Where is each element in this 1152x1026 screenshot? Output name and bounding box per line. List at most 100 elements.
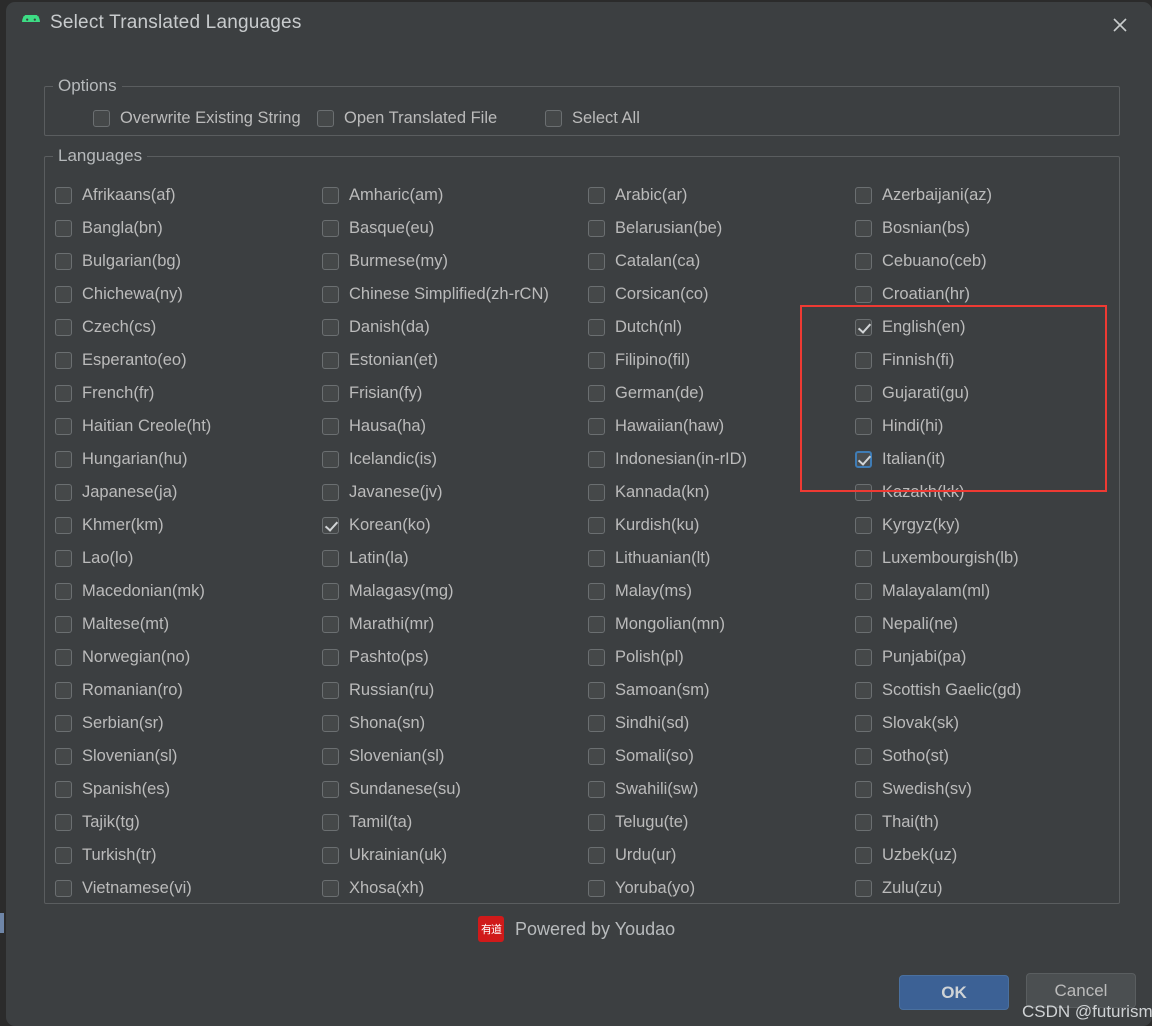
language-checkbox[interactable]: Kazakh(kk)	[855, 480, 965, 504]
language-checkbox[interactable]: Scottish Gaelic(gd)	[855, 678, 1021, 702]
checkbox-icon[interactable]	[55, 417, 72, 435]
checkbox-icon[interactable]	[322, 681, 339, 699]
checkbox-icon[interactable]	[855, 846, 872, 864]
checkbox-icon[interactable]	[855, 219, 872, 237]
checkbox-icon[interactable]	[855, 681, 872, 699]
checkbox-icon[interactable]	[55, 516, 72, 534]
checkbox-icon[interactable]	[55, 615, 72, 633]
checkbox-icon[interactable]	[855, 285, 872, 303]
language-checkbox[interactable]: Finnish(fi)	[855, 348, 954, 372]
language-checkbox[interactable]: Macedonian(mk)	[55, 579, 205, 603]
language-checkbox[interactable]: Italian(it)	[855, 447, 945, 471]
language-checkbox[interactable]: Bangla(bn)	[55, 216, 163, 240]
language-checkbox[interactable]: Swahili(sw)	[588, 777, 698, 801]
language-checkbox[interactable]: Chinese Simplified(zh-rCN)	[322, 282, 549, 306]
close-icon[interactable]	[1104, 10, 1136, 40]
language-checkbox[interactable]: Turkish(tr)	[55, 843, 157, 867]
checkbox-icon[interactable]	[855, 549, 872, 567]
checkbox-icon[interactable]	[855, 615, 872, 633]
checkbox-icon[interactable]	[588, 813, 605, 831]
checkbox-icon[interactable]	[322, 285, 339, 303]
option-checkbox-1[interactable]: Open Translated File	[317, 106, 497, 130]
checkbox-icon[interactable]	[55, 846, 72, 864]
language-checkbox[interactable]: Kyrgyz(ky)	[855, 513, 960, 537]
language-checkbox[interactable]: Marathi(mr)	[322, 612, 434, 636]
language-checkbox[interactable]: Bosnian(bs)	[855, 216, 970, 240]
checkbox-icon[interactable]	[855, 516, 872, 534]
checkbox-icon[interactable]	[55, 780, 72, 798]
language-checkbox[interactable]: Malayalam(ml)	[855, 579, 990, 603]
checkbox-icon[interactable]	[588, 648, 605, 666]
checkbox-icon[interactable]	[322, 318, 339, 336]
language-checkbox[interactable]: Hungarian(hu)	[55, 447, 187, 471]
option-checkbox-2[interactable]: Select All	[545, 106, 640, 130]
checkbox-icon[interactable]	[855, 648, 872, 666]
language-checkbox[interactable]: Arabic(ar)	[588, 183, 687, 207]
language-checkbox[interactable]: Yoruba(yo)	[588, 876, 695, 900]
checkbox-icon[interactable]	[588, 417, 605, 435]
language-checkbox[interactable]: Norwegian(no)	[55, 645, 190, 669]
checkbox-icon[interactable]	[588, 714, 605, 732]
language-checkbox[interactable]: Romanian(ro)	[55, 678, 183, 702]
language-checkbox[interactable]: Sundanese(su)	[322, 777, 461, 801]
language-checkbox[interactable]: Urdu(ur)	[588, 843, 676, 867]
checkbox-icon[interactable]	[322, 846, 339, 864]
language-checkbox[interactable]: Thai(th)	[855, 810, 939, 834]
checkbox-icon[interactable]	[322, 186, 339, 204]
checkbox-icon[interactable]	[855, 879, 872, 897]
checkbox-icon[interactable]	[588, 483, 605, 501]
language-checkbox[interactable]: Japanese(ja)	[55, 480, 177, 504]
checkbox-icon[interactable]	[855, 384, 872, 402]
checkbox-icon[interactable]	[322, 351, 339, 369]
language-checkbox[interactable]: Malagasy(mg)	[322, 579, 454, 603]
checkbox-icon[interactable]	[55, 219, 72, 237]
language-checkbox[interactable]: Gujarati(gu)	[855, 381, 969, 405]
language-checkbox[interactable]: Slovenian(sl)	[55, 744, 177, 768]
language-checkbox[interactable]: Mongolian(mn)	[588, 612, 725, 636]
checkbox-icon[interactable]	[588, 219, 605, 237]
language-checkbox[interactable]: Haitian Creole(ht)	[55, 414, 211, 438]
language-checkbox[interactable]: Azerbaijani(az)	[855, 183, 992, 207]
checkbox-icon[interactable]	[322, 714, 339, 732]
language-checkbox[interactable]: Vietnamese(vi)	[55, 876, 192, 900]
language-checkbox[interactable]: Ukrainian(uk)	[322, 843, 447, 867]
checkbox-icon[interactable]	[588, 615, 605, 633]
language-checkbox[interactable]: Spanish(es)	[55, 777, 170, 801]
language-checkbox[interactable]: Esperanto(eo)	[55, 348, 187, 372]
checkbox-icon[interactable]	[55, 285, 72, 303]
language-checkbox[interactable]: Hausa(ha)	[322, 414, 426, 438]
checkbox-icon[interactable]	[322, 648, 339, 666]
checkbox-icon[interactable]	[588, 747, 605, 765]
language-checkbox[interactable]: Icelandic(is)	[322, 447, 437, 471]
checkbox-icon[interactable]	[55, 582, 72, 600]
checkbox-icon[interactable]	[855, 417, 872, 435]
language-checkbox[interactable]: Latin(la)	[322, 546, 409, 570]
checkbox-icon[interactable]	[588, 780, 605, 798]
language-checkbox[interactable]: Luxembourgish(lb)	[855, 546, 1019, 570]
checkbox-icon[interactable]	[855, 450, 872, 468]
language-checkbox[interactable]: Estonian(et)	[322, 348, 438, 372]
language-checkbox[interactable]: Uzbek(uz)	[855, 843, 957, 867]
checkbox-icon[interactable]	[322, 219, 339, 237]
checkbox-icon[interactable]	[55, 186, 72, 204]
language-checkbox[interactable]: Frisian(fy)	[322, 381, 422, 405]
checkbox-icon[interactable]	[322, 615, 339, 633]
language-checkbox[interactable]: Corsican(co)	[588, 282, 709, 306]
checkbox-icon[interactable]	[55, 384, 72, 402]
checkbox-icon[interactable]	[588, 681, 605, 699]
checkbox-icon[interactable]	[588, 186, 605, 204]
ok-button[interactable]: OK	[899, 975, 1009, 1010]
checkbox-icon[interactable]	[588, 384, 605, 402]
language-checkbox[interactable]: Samoan(sm)	[588, 678, 709, 702]
checkbox-icon[interactable]	[855, 747, 872, 765]
checkbox-icon[interactable]	[322, 747, 339, 765]
language-checkbox[interactable]: Slovak(sk)	[855, 711, 959, 735]
language-checkbox[interactable]: Filipino(fil)	[588, 348, 690, 372]
checkbox-icon[interactable]	[588, 252, 605, 270]
language-checkbox[interactable]: Sindhi(sd)	[588, 711, 689, 735]
checkbox-icon[interactable]	[55, 252, 72, 270]
language-checkbox[interactable]: Sotho(st)	[855, 744, 949, 768]
checkbox-icon[interactable]	[322, 384, 339, 402]
checkbox-icon[interactable]	[588, 582, 605, 600]
checkbox-icon[interactable]	[545, 109, 562, 127]
